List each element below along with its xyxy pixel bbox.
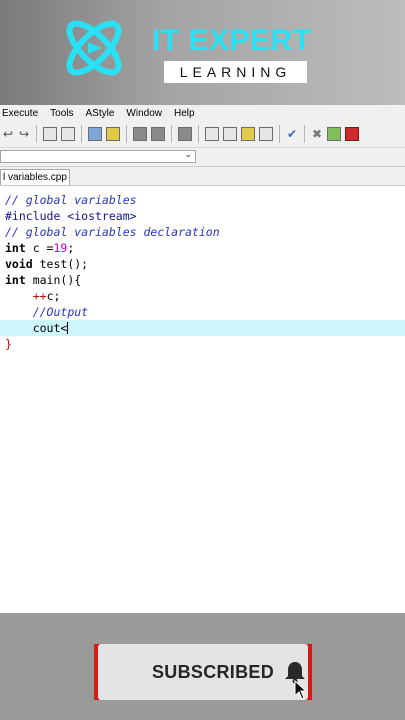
code-line[interactable]: int c =19;	[0, 240, 405, 256]
chart-icon[interactable]	[327, 127, 341, 141]
ide-window: Execute Tools AStyle Window Help ↩ ↪ ✔ ✖…	[0, 105, 405, 613]
brand-title: IT EXPERT	[152, 24, 312, 57]
debug-icon[interactable]	[345, 127, 359, 141]
bookmark-icon[interactable]	[106, 127, 120, 141]
rebuild-icon[interactable]	[259, 127, 273, 141]
code-line[interactable]: //Output	[0, 304, 405, 320]
editor-tabs: l variables.cpp	[0, 167, 405, 186]
code-line[interactable]: int main(){	[0, 272, 405, 288]
unindent-icon[interactable]	[151, 127, 165, 141]
menu-help[interactable]: Help	[174, 108, 195, 119]
toolbar-separator	[198, 125, 199, 143]
stop-icon[interactable]: ✖	[311, 127, 323, 141]
menu-tools[interactable]: Tools	[50, 108, 73, 119]
menu-astyle[interactable]: AStyle	[86, 108, 115, 119]
code-token: // global variables	[5, 193, 137, 207]
code-token: ;	[67, 241, 75, 255]
comment-icon[interactable]	[178, 127, 192, 141]
undo-icon[interactable]: ↩	[2, 127, 14, 141]
toolbar-separator	[279, 125, 280, 143]
subscribed-button[interactable]: SUBSCRIBED	[98, 644, 308, 700]
code-token: c =	[25, 241, 54, 255]
atom-logo-icon	[66, 20, 122, 76]
menu-window[interactable]: Window	[126, 108, 162, 119]
code-token: #include <iostream>	[5, 209, 137, 223]
chevron-down-icon: ⌄	[184, 149, 192, 159]
toolbar-separator	[126, 125, 127, 143]
code-line[interactable]: ++c;	[0, 288, 405, 304]
code-line[interactable]: #include <iostream>	[0, 208, 405, 224]
code-token: 19	[53, 241, 68, 255]
code-token: void	[5, 257, 33, 271]
code-token: main(){	[25, 273, 82, 287]
replace-icon[interactable]	[61, 127, 75, 141]
toolbar-separator	[304, 125, 305, 143]
goto-icon[interactable]	[88, 127, 102, 141]
tab-variables-cpp[interactable]: l variables.cpp	[0, 169, 70, 185]
run-icon[interactable]	[223, 127, 237, 141]
code-line[interactable]: // global variables	[0, 192, 405, 208]
toolbar-separator	[36, 125, 37, 143]
brand-subtitle: LEARNING	[164, 61, 307, 83]
code-line[interactable]: void test();	[0, 256, 405, 272]
text-caret	[67, 322, 69, 334]
compile-icon[interactable]	[205, 127, 219, 141]
code-token: ++	[32, 289, 47, 303]
code-line[interactable]: // global variables declaration	[0, 224, 405, 240]
redo-icon[interactable]: ↪	[18, 127, 30, 141]
code-token: cout<	[5, 321, 68, 335]
find-icon[interactable]	[43, 127, 57, 141]
subscribe-overlay: SUBSCRIBED	[94, 644, 312, 700]
toolbar: ↩ ↪ ✔ ✖	[0, 121, 405, 148]
class-select[interactable]: ⌄	[0, 149, 196, 163]
code-line[interactable]: cout<	[0, 320, 405, 336]
code-line[interactable]: }	[0, 336, 405, 352]
code-token: c;	[46, 289, 61, 303]
code-token: //Output	[32, 305, 89, 319]
check-icon[interactable]: ✔	[286, 127, 298, 141]
compile-run-icon[interactable]	[241, 127, 255, 141]
brand-banner: IT EXPERT LEARNING	[0, 0, 405, 105]
toolbar-separator	[81, 125, 82, 143]
code-token: // global variables declaration	[5, 225, 220, 239]
code-token: test();	[32, 257, 89, 271]
code-token: int	[5, 241, 26, 255]
code-token: int	[5, 273, 26, 287]
menu-execute[interactable]: Execute	[2, 108, 38, 119]
code-editor[interactable]: // global variables #include <iostream> //…	[0, 186, 405, 352]
class-select-row: ⌄	[0, 148, 405, 167]
menu-bar: Execute Tools AStyle Window Help	[0, 105, 405, 121]
indent-icon[interactable]	[133, 127, 147, 141]
toolbar-separator	[171, 125, 172, 143]
mouse-cursor-icon	[294, 680, 308, 700]
subscribed-label: SUBSCRIBED	[152, 662, 275, 682]
code-token: }	[5, 337, 12, 351]
